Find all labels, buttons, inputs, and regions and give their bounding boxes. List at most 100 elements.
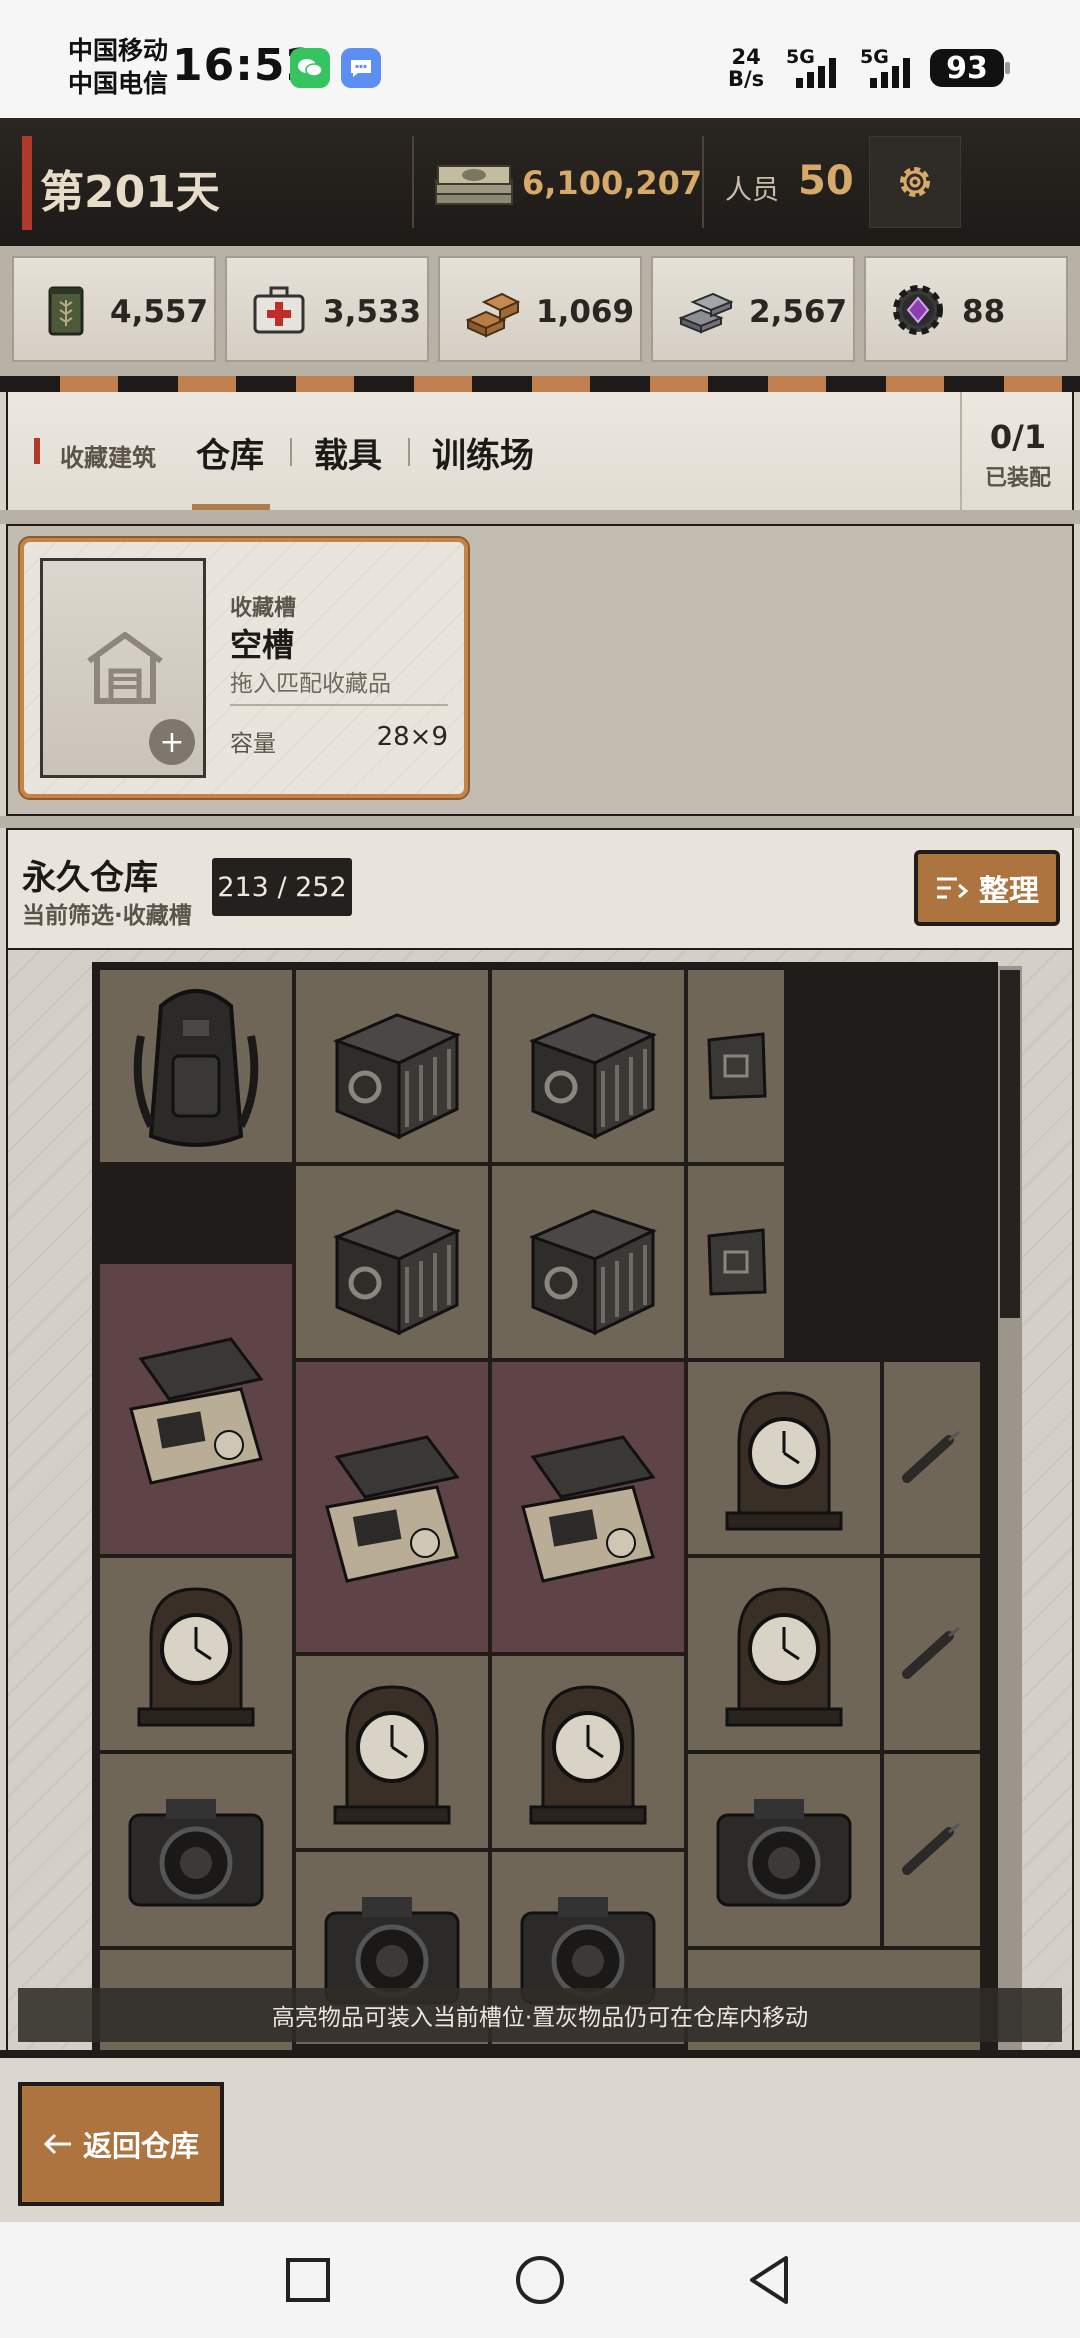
settings-button[interactable]	[869, 136, 961, 228]
equipped-count: 0/1	[989, 418, 1047, 456]
inventory-item-syringe[interactable]	[882, 1752, 982, 1948]
inventory-item-mantel-clock[interactable]	[490, 1654, 686, 1850]
inventory-item-pipe-crate[interactable]	[294, 1164, 490, 1360]
mantel-clock-icon	[333, 1685, 451, 1825]
battery-tip	[1005, 62, 1010, 74]
footer: 返回仓库	[0, 2058, 1080, 2222]
equipped-label: 已装配	[984, 466, 1051, 491]
panel-gap	[0, 510, 1080, 524]
back-to-warehouse-button[interactable]: 返回仓库	[18, 2082, 224, 2206]
syringe-icon	[902, 1430, 960, 1483]
slot-drop-zone[interactable]: +	[40, 558, 206, 778]
gear-icon	[900, 167, 930, 197]
inventory-item-pipe-crate[interactable]	[490, 968, 686, 1164]
tab-vehicle[interactable]: 载具	[314, 428, 382, 477]
inventory-item-pipe-crate[interactable]	[490, 1164, 686, 1360]
system-nav-bar	[0, 2222, 1080, 2338]
inventory-item-camera[interactable]	[686, 1752, 882, 1948]
game-header: 第201天 6,100,207 人员 50	[0, 118, 1080, 246]
inventory-item-mantel-clock[interactable]	[98, 1556, 294, 1752]
signal-icon: 5G	[860, 46, 922, 88]
grid-scroll-thumb[interactable]	[1000, 970, 1020, 1318]
resource-medicine[interactable]: 3,533	[225, 256, 429, 362]
sort-label: 整理	[979, 874, 1039, 909]
inventory-item-syringe[interactable]	[882, 1360, 982, 1556]
recents-icon[interactable]	[278, 2250, 338, 2310]
day-accent-bar	[22, 136, 32, 230]
inventory-item-backpack[interactable]	[98, 968, 294, 1164]
resource-wood[interactable]: 1,069	[438, 256, 642, 362]
warehouse-header: 永久仓库 当前筛选·收藏槽 213 / 252 整理	[6, 828, 1074, 950]
slot-type-label: 收藏槽	[230, 596, 297, 621]
resource-parts[interactable]: 88	[864, 256, 1068, 362]
arrow-left-icon	[43, 2133, 71, 2155]
ration-can-icon	[48, 286, 84, 336]
header-divider	[702, 136, 704, 228]
resource-bar: 4,557 3,533 1,069 2,567 88	[0, 246, 1080, 376]
gem-gear-icon	[893, 285, 943, 335]
medical-device-icon	[129, 1337, 264, 1485]
mantel-clock-icon	[137, 1587, 255, 1727]
inventory-item-syringe[interactable]	[882, 1556, 982, 1752]
net-speed-value: 24	[731, 45, 761, 69]
inventory-item-medical-device[interactable]	[490, 1360, 686, 1654]
mantel-clock-icon	[529, 1685, 647, 1825]
status-bar: 中国移动 中国电信 16:52 24 B/s 5G 5G 93	[0, 0, 1080, 118]
steel-icon	[678, 292, 734, 334]
inventory-item-pouch[interactable]	[686, 968, 786, 1164]
carrier-1: 中国移动	[68, 36, 169, 65]
inventory-item-mantel-clock[interactable]	[686, 1360, 882, 1556]
resource-value: 1,069	[536, 294, 635, 330]
slot-name: 空槽	[230, 626, 295, 664]
signal-icon: 5G	[786, 46, 848, 88]
capacity-value: 28×9	[376, 722, 448, 752]
inventory-item-pipe-crate[interactable]	[294, 968, 490, 1164]
back-icon[interactable]	[742, 2250, 802, 2310]
inventory-item-pouch[interactable]	[686, 1164, 786, 1360]
wechat-icon	[290, 48, 330, 88]
day-counter: 第201天	[40, 167, 220, 218]
category-tabs: 收藏建筑 仓库 载具 训练场 0/1 已装配	[6, 392, 1074, 514]
tab-training-ground[interactable]: 训练场	[432, 428, 534, 477]
medkit-icon	[253, 286, 305, 334]
sort-button[interactable]: 整理	[914, 850, 1060, 926]
mantel-clock-icon	[725, 1587, 843, 1727]
net-speed-unit: B/s	[728, 67, 765, 91]
pipe-crate-icon	[332, 1013, 461, 1140]
cash-value: 6,100,207	[522, 164, 703, 202]
resource-value: 2,567	[749, 294, 848, 330]
collection-slot-card[interactable]: + 收藏槽 空槽 拖入匹配收藏品 容量 28×9	[20, 538, 468, 798]
resource-steel[interactable]: 2,567	[651, 256, 855, 362]
syringe-icon	[902, 1822, 960, 1875]
backpack-icon	[133, 989, 259, 1147]
tab-separator	[290, 438, 292, 466]
inventory-item-mantel-clock[interactable]	[294, 1654, 490, 1850]
warehouse-grid-area	[6, 950, 1074, 2056]
tab-warehouse[interactable]: 仓库	[196, 428, 264, 477]
slot-hint: 拖入匹配收藏品	[230, 671, 391, 697]
carrier-2: 中国电信	[68, 69, 169, 98]
section-marker	[34, 438, 40, 464]
house-icon	[87, 632, 163, 704]
add-icon[interactable]: +	[149, 719, 195, 765]
panel-gap	[0, 816, 1080, 828]
inventory-item-medical-device[interactable]	[294, 1360, 490, 1654]
inventory-item-medical-device[interactable]	[98, 1262, 294, 1556]
inventory-item-camera[interactable]	[98, 1752, 294, 1948]
camera-icon	[128, 1799, 264, 1907]
resource-food[interactable]: 4,557	[12, 256, 216, 362]
back-label: 返回仓库	[82, 2129, 199, 2163]
sort-icon	[937, 877, 969, 899]
resource-value: 3,533	[323, 294, 422, 330]
message-icon	[341, 48, 381, 88]
pipe-crate-icon	[528, 1013, 657, 1140]
staff-label: 人员	[725, 175, 779, 206]
mantel-clock-icon	[725, 1391, 843, 1531]
warehouse-count: 213 / 252	[212, 858, 352, 916]
inventory-grid	[92, 962, 998, 2056]
home-icon[interactable]	[510, 2250, 570, 2310]
tab-separator	[408, 438, 410, 466]
inventory-item-mantel-clock[interactable]	[686, 1556, 882, 1752]
resource-value: 4,557	[110, 294, 209, 330]
pipe-crate-icon	[528, 1209, 657, 1336]
